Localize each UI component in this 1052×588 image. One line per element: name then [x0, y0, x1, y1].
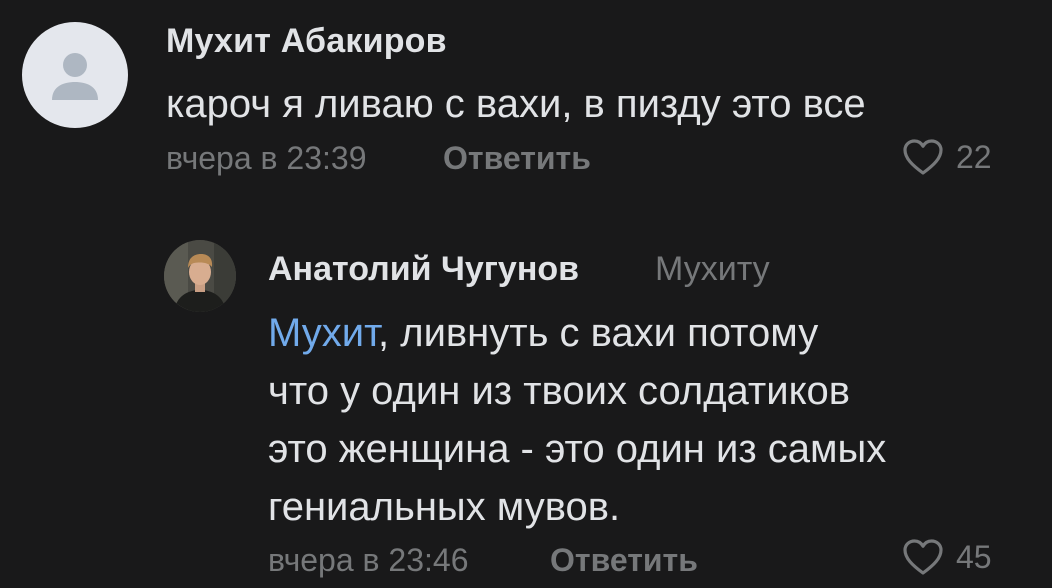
like-count: 22 — [956, 138, 992, 175]
user-photo — [164, 240, 236, 312]
comment-timestamp: вчера в 23:46 — [268, 542, 469, 578]
comment-text: кароч я ливаю с вахи, в пизду это все — [166, 82, 866, 126]
avatar[interactable] — [22, 22, 128, 128]
comment-author[interactable]: Мухит Абакиров — [166, 22, 447, 61]
like-count: 45 — [956, 538, 992, 575]
comment-line: это женщина - это один из самых — [268, 427, 887, 471]
like-button[interactable]: 22 — [902, 138, 992, 176]
comment-author[interactable]: Анатолий Чугунов — [268, 250, 579, 289]
comment-timestamp: вчера в 23:39 — [166, 140, 367, 176]
comment-text: Мухит, ливнуть с вахи потому что у один … — [268, 304, 1028, 536]
comment-line: что у один из твоих солдатиков — [268, 369, 851, 413]
heart-icon — [903, 539, 943, 575]
user-placeholder-icon — [52, 53, 98, 100]
reply-button[interactable]: Ответить — [443, 140, 591, 177]
comment-line: Мухит, ливнуть с вахи потому — [268, 304, 1028, 362]
reply-button[interactable]: Ответить — [550, 542, 698, 579]
heart-icon — [903, 139, 943, 175]
reply-to-label[interactable]: Мухиту — [655, 250, 770, 289]
mention-link[interactable]: Мухит — [268, 311, 378, 355]
comment-line-text: , ливнуть с вахи потому — [378, 311, 819, 355]
like-button[interactable]: 45 — [902, 538, 992, 576]
avatar[interactable] — [164, 240, 236, 312]
comment-line: гениальных мувов. — [268, 485, 621, 529]
